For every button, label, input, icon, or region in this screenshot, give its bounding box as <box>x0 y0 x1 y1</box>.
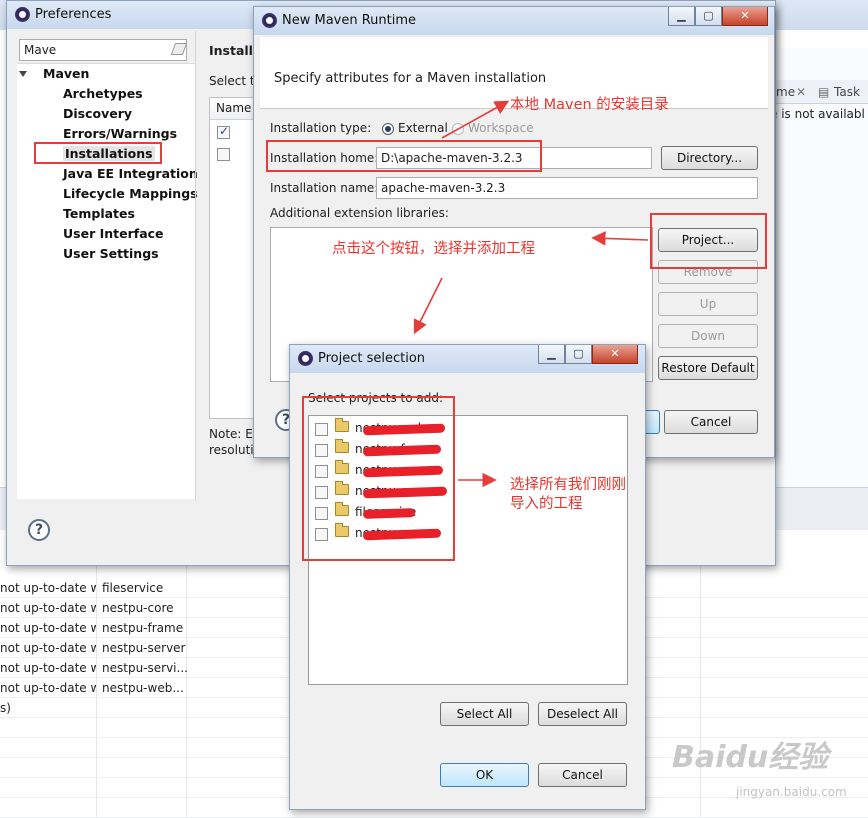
arrow-to-project-dialog <box>413 277 443 335</box>
annotation-arrows <box>413 100 649 488</box>
arrow-to-project-annotation <box>591 231 649 246</box>
baidu-jingyan-logo: Baidu经验 <box>672 740 829 775</box>
watermark-url: jingyan.baidu.com <box>736 785 847 799</box>
arrow-to-home-annotation <box>441 100 510 139</box>
